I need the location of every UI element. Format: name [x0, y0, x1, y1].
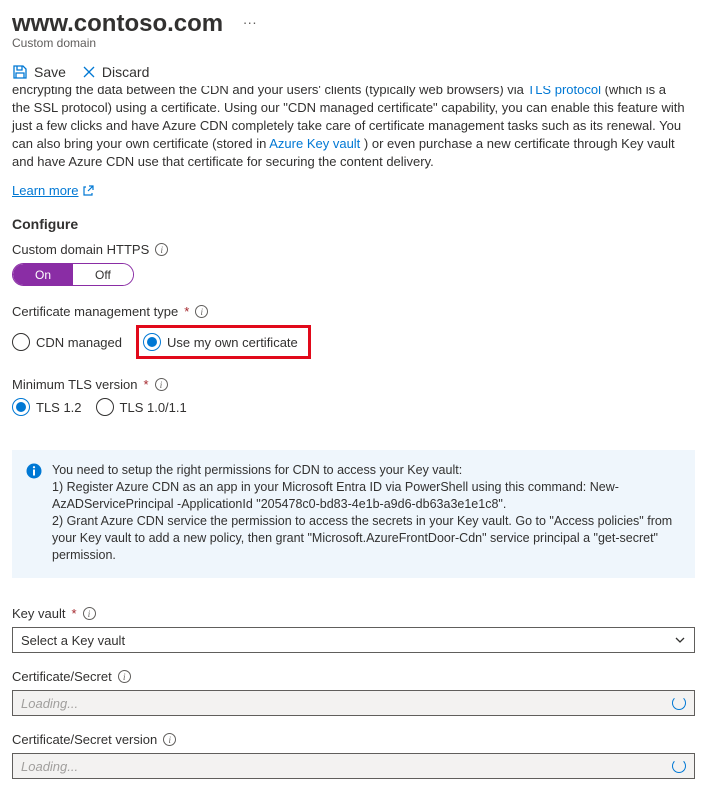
info-icon[interactable]: i: [195, 305, 208, 318]
cert-version-select: Loading...: [12, 753, 695, 779]
info-icon: [26, 463, 42, 479]
radio-tls12[interactable]: TLS 1.2: [12, 398, 82, 416]
keyvault-select[interactable]: Select a Key vault: [12, 627, 695, 653]
info-icon[interactable]: i: [163, 733, 176, 746]
tls-protocol-link[interactable]: TLS protocol: [527, 86, 601, 97]
keyvault-placeholder: Select a Key vault: [21, 633, 125, 648]
radio-cdn-managed[interactable]: CDN managed: [12, 333, 122, 351]
https-label: Custom domain HTTPS i: [12, 242, 695, 257]
radio-icon: [12, 333, 30, 351]
highlight-own-cert: Use my own certificate: [136, 325, 311, 359]
radio-own-cert[interactable]: Use my own certificate: [143, 333, 298, 351]
cert-mgmt-options: CDN managed Use my own certificate: [12, 325, 695, 359]
keyvault-label: Key vault * i: [12, 606, 695, 621]
radio-icon: [96, 398, 114, 416]
save-label: Save: [34, 64, 66, 80]
spinner-icon: [672, 696, 686, 710]
radio-icon: [143, 333, 161, 351]
page-subtitle: Custom domain: [12, 36, 695, 50]
external-link-icon: [82, 185, 94, 197]
cert-mgmt-label: Certificate management type * i: [12, 304, 695, 319]
info-icon[interactable]: i: [83, 607, 96, 620]
toggle-on: On: [13, 264, 73, 285]
discard-button[interactable]: Discard: [82, 64, 149, 80]
chevron-down-icon: [674, 634, 686, 646]
spinner-icon: [672, 759, 686, 773]
permissions-info-box: You need to setup the right permissions …: [12, 450, 695, 578]
configure-heading: Configure: [12, 216, 695, 232]
learn-more-link[interactable]: Learn more: [12, 183, 94, 198]
radio-icon: [12, 398, 30, 416]
info-icon[interactable]: i: [118, 670, 131, 683]
toolbar: Save Discard: [12, 64, 695, 80]
cert-secret-label: Certificate/Secret i: [12, 669, 695, 684]
info-icon[interactable]: i: [155, 243, 168, 256]
close-icon: [82, 65, 96, 79]
tls-options: TLS 1.2 TLS 1.0/1.1: [12, 398, 695, 416]
azure-key-vault-link[interactable]: Azure Key vault: [269, 136, 360, 151]
cert-secret-select: Loading...: [12, 690, 695, 716]
cert-version-label: Certificate/Secret version i: [12, 732, 695, 747]
more-button[interactable]: ···: [243, 14, 257, 30]
https-toggle[interactable]: On Off: [12, 263, 134, 286]
tls-label: Minimum TLS version * i: [12, 377, 695, 392]
discard-label: Discard: [102, 64, 149, 80]
save-icon: [12, 64, 28, 80]
info-icon[interactable]: i: [155, 378, 168, 391]
toggle-off: Off: [73, 264, 133, 285]
save-button[interactable]: Save: [12, 64, 66, 80]
radio-tls10[interactable]: TLS 1.0/1.1: [96, 398, 187, 416]
description-text: encrypting the data between the CDN and …: [12, 86, 695, 171]
page-title: www.contoso.com: [12, 10, 223, 38]
